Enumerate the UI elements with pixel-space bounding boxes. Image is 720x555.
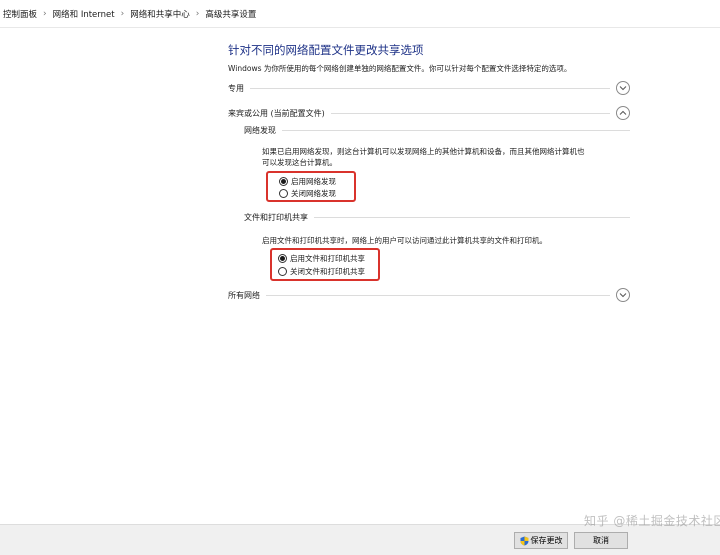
file-sharing-description: 启用文件和打印机共享时，网络上的用户可以访问通过此计算机共享的文件和打印机。 — [262, 236, 547, 245]
breadcrumb-item-network-sharing-center[interactable]: 网络和共享中心 — [130, 8, 190, 20]
radio-label: 关闭文件和打印机共享 — [290, 267, 365, 276]
section-divider — [250, 87, 610, 89]
page-title: 针对不同的网络配置文件更改共享选项 — [228, 43, 424, 57]
cancel-button[interactable]: 取消 — [574, 532, 628, 549]
radio-label: 关闭网络发现 — [291, 189, 336, 198]
breadcrumb-item-advanced-sharing[interactable]: 高级共享设置 — [205, 8, 256, 20]
radio-enable-file-sharing[interactable]: 启用文件和打印机共享 — [278, 253, 365, 264]
section-divider — [314, 216, 630, 218]
breadcrumb-item-network-internet[interactable]: 网络和 Internet — [53, 8, 115, 20]
radio-disable-file-sharing[interactable]: 关闭文件和打印机共享 — [278, 266, 365, 277]
subsection-network-discovery: 网络发现 — [244, 123, 630, 137]
section-divider — [266, 294, 610, 296]
save-changes-button[interactable]: 保存更改 — [514, 532, 568, 549]
radio-button[interactable] — [278, 267, 287, 276]
radio-button-selected[interactable] — [278, 254, 287, 263]
page-description: Windows 为你所使用的每个网络创建单独的网络配置文件。你可以针对每个配置文… — [228, 64, 572, 73]
subsection-file-printer-sharing: 文件和打印机共享 — [244, 210, 630, 224]
section-private-label: 专用 — [228, 83, 244, 93]
radio-button[interactable] — [279, 189, 288, 198]
chevron-down-icon[interactable] — [616, 81, 630, 95]
radio-label: 启用文件和打印机共享 — [290, 254, 365, 263]
radio-label: 启用网络发现 — [291, 177, 336, 186]
file-sharing-heading: 文件和打印机共享 — [244, 212, 308, 222]
radio-enable-network-discovery[interactable]: 启用网络发现 — [279, 176, 336, 187]
breadcrumb-separator-icon: › — [195, 8, 200, 19]
section-divider — [282, 129, 630, 131]
section-guest-label: 来宾或公用 (当前配置文件) — [228, 108, 325, 118]
chevron-down-icon[interactable] — [616, 288, 630, 302]
section-all-networks-label: 所有网络 — [228, 290, 260, 300]
save-changes-label: 保存更改 — [530, 536, 563, 545]
section-divider — [330, 112, 610, 114]
breadcrumb: 控制面板 › 网络和 Internet › 网络和共享中心 › 高级共享设置 — [0, 0, 720, 28]
breadcrumb-separator-icon: › — [120, 8, 125, 19]
section-all-networks[interactable]: 所有网络 — [228, 287, 630, 303]
network-discovery-heading: 网络发现 — [244, 125, 276, 135]
breadcrumb-separator-icon: › — [43, 8, 47, 19]
breadcrumb-item-control-panel[interactable]: 控制面板 — [3, 8, 37, 20]
radio-button-selected[interactable] — [279, 177, 288, 186]
radio-disable-network-discovery[interactable]: 关闭网络发现 — [279, 188, 336, 199]
section-private[interactable]: 专用 — [228, 80, 630, 96]
watermark: 知乎 @稀土掘金技术社区 — [584, 514, 720, 528]
uac-shield-icon — [520, 536, 528, 545]
network-discovery-description-line2: 可以发现这台计算机。 — [262, 158, 337, 167]
section-guest-public[interactable]: 来宾或公用 (当前配置文件) — [228, 105, 630, 121]
chevron-up-icon[interactable] — [616, 106, 630, 120]
network-discovery-description-line1: 如果已启用网络发现，则这台计算机可以发现网络上的其他计算机和设备，而且其他网络计… — [262, 147, 585, 156]
